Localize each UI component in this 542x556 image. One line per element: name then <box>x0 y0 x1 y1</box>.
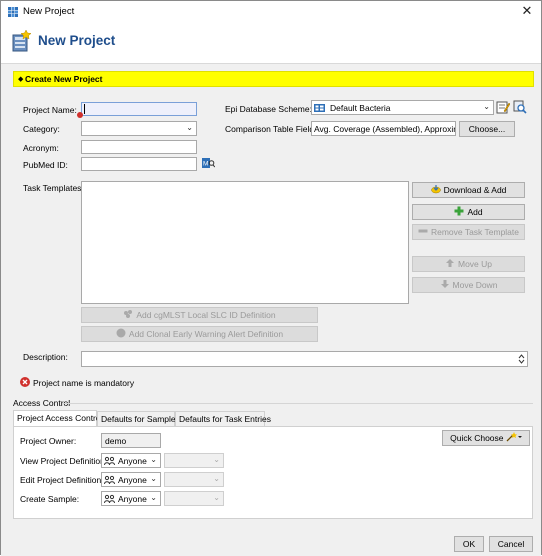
cancel-button[interactable]: Cancel <box>489 536 533 552</box>
database-icon <box>314 104 325 112</box>
search-scheme-icon[interactable] <box>513 100 527 114</box>
owner-value: demo <box>105 436 127 446</box>
error-message: Project name is mandatory <box>33 378 135 388</box>
comparison-fields-value: Avg. Coverage (Assembled), Approximate <box>314 124 455 134</box>
edit-definition-label: Edit Project Definition: <box>20 475 104 485</box>
epi-db-label: Epi Database Scheme: <box>225 104 312 114</box>
project-name-input[interactable] <box>81 102 197 116</box>
category-select[interactable]: ⌄ <box>81 121 197 136</box>
section-divider <box>63 403 533 404</box>
dialog-content: ◆ Create New Project Project Name: Categ… <box>1 64 541 556</box>
remove-template-button[interactable]: Remove Task Template <box>412 224 525 240</box>
view-definition-secondary-select[interactable]: ⌄ <box>164 453 224 468</box>
view-definition-select[interactable]: Anyone ⌄ <box>101 453 161 468</box>
download-add-button[interactable]: Download & Add <box>412 182 525 198</box>
view-definition-label: View Project Definition: <box>20 456 108 466</box>
chevron-down-icon: ⌄ <box>150 455 157 464</box>
epi-db-value: Default Bacteria <box>330 103 391 113</box>
chevron-down-icon: ⌄ <box>150 474 157 483</box>
access-control-label: Access Control <box>13 398 71 408</box>
add-template-button[interactable]: Add <box>412 204 525 220</box>
comparison-fields-label: Comparison Table Fields: <box>225 124 321 134</box>
project-name-label: Project Name: <box>23 105 77 115</box>
edit-scheme-icon[interactable] <box>496 100 510 114</box>
category-label: Category: <box>23 124 60 134</box>
error-icon <box>20 377 30 387</box>
access-control-panel: Quick Choose Project Owner: demo View Pr… <box>13 426 533 519</box>
move-down-button[interactable]: Move Down <box>412 277 525 293</box>
description-input[interactable] <box>81 351 528 367</box>
add-clonal-alert-button[interactable]: Add Clonal Early Warning Alert Definitio… <box>81 326 318 342</box>
pubmed-input[interactable] <box>81 157 197 171</box>
add-cgmlst-button[interactable]: Add cgMLST Local SLC ID Definition <box>81 307 318 323</box>
wand-icon <box>506 432 522 442</box>
acronym-label: Acronym: <box>23 143 59 153</box>
chevron-down-icon: ⌄ <box>150 493 157 502</box>
create-sample-select[interactable]: Anyone ⌄ <box>101 491 161 506</box>
view-definition-value: Anyone <box>118 456 147 466</box>
edit-definition-select[interactable]: Anyone ⌄ <box>101 472 161 487</box>
tab-defaults-task-entries[interactable]: Defaults for Task Entries <box>175 411 271 426</box>
pubmed-search-icon[interactable]: M <box>202 157 215 169</box>
choose-button[interactable]: Choose... <box>459 121 515 137</box>
create-sample-label: Create Sample: <box>20 494 80 504</box>
project-icon <box>12 29 31 52</box>
close-icon[interactable]: ✕ <box>519 3 535 19</box>
section-banner: ◆ Create New Project <box>13 71 534 87</box>
comparison-fields-input[interactable]: Avg. Coverage (Assembled), Approximate <box>311 121 456 136</box>
acronym-input[interactable] <box>81 140 197 154</box>
svg-text:M: M <box>203 161 208 168</box>
task-templates-list[interactable] <box>81 181 409 304</box>
window-title: New Project <box>23 6 75 17</box>
error-marker-icon <box>77 112 83 118</box>
tab-project-access[interactable]: Project Access Control <box>13 410 103 426</box>
download-icon <box>430 185 441 194</box>
chevron-down-icon: ⌄ <box>213 455 220 464</box>
spinner-icon[interactable] <box>518 353 525 365</box>
page-title: New Project <box>38 33 116 48</box>
description-label: Description: <box>23 352 68 362</box>
title-bar: New Project ✕ <box>1 1 541 23</box>
new-project-dialog: New Project ✕ New Project ◆ Create New P… <box>0 0 542 556</box>
alert-icon <box>116 328 126 338</box>
quick-choose-button[interactable]: Quick Choose <box>442 430 530 446</box>
arrow-down-icon <box>440 280 449 288</box>
arrow-up-icon <box>445 259 454 267</box>
move-up-button[interactable]: Move Up <box>412 256 525 272</box>
tab-defaults-samples[interactable]: Defaults for Samples <box>97 411 180 426</box>
chevron-down-icon: ⌄ <box>213 493 220 502</box>
owner-label: Project Owner: <box>20 436 77 446</box>
edit-definition-value: Anyone <box>118 475 147 485</box>
chevron-down-icon: ⌄ <box>186 123 193 132</box>
owner-field: demo <box>101 433 161 448</box>
ok-button[interactable]: OK <box>454 536 484 552</box>
users-icon <box>104 456 115 466</box>
banner-title: Create New Project <box>25 74 103 84</box>
edit-definition-secondary-select[interactable]: ⌄ <box>164 472 224 487</box>
plus-icon <box>454 206 464 216</box>
users-icon <box>104 494 115 504</box>
create-sample-secondary-select[interactable]: ⌄ <box>164 491 224 506</box>
task-templates-label: Task Templates: <box>23 183 84 193</box>
minus-icon <box>418 229 428 233</box>
cgmlst-icon <box>124 310 133 318</box>
app-icon <box>8 7 18 17</box>
users-icon <box>104 475 115 485</box>
create-sample-value: Anyone <box>118 494 147 504</box>
dialog-header: New Project <box>1 23 541 63</box>
chevron-down-icon: ⌄ <box>213 474 220 483</box>
bullet-icon: ◆ <box>18 76 24 83</box>
chevron-down-icon: ⌄ <box>483 102 490 111</box>
pubmed-label: PubMed ID: <box>23 160 68 170</box>
epi-db-select[interactable]: Default Bacteria ⌄ <box>311 100 494 115</box>
